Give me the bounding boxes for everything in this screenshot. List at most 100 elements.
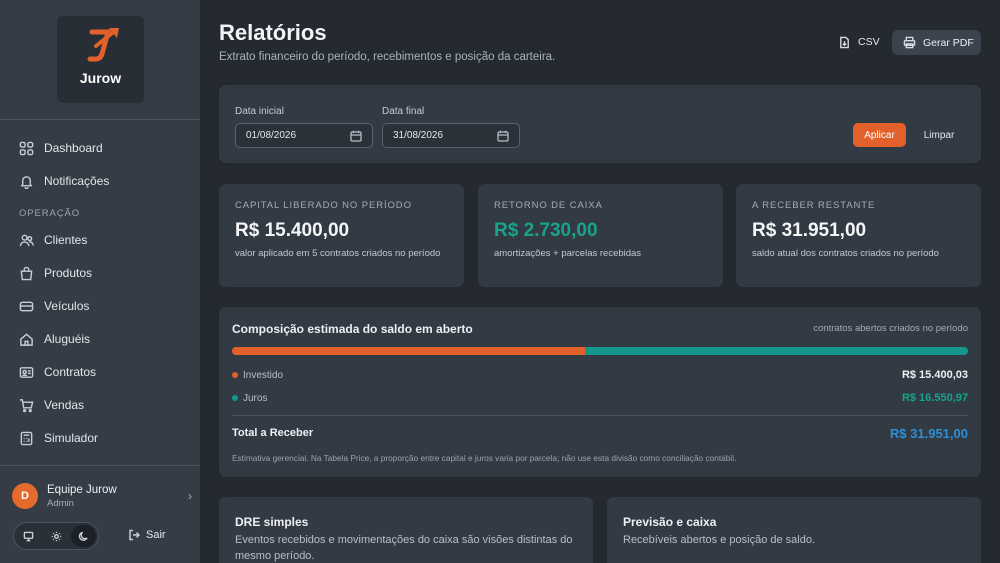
end-date-input[interactable]: 31/08/2026: [382, 123, 520, 148]
sidebar: Jurow Dashboard Notificações OPERAÇÃO Cl…: [0, 0, 200, 563]
sidebar-item-label: Vendas: [44, 398, 85, 412]
avatar: D: [12, 483, 38, 509]
composition-total-row: Total a Receber R$ 31.951,00: [232, 424, 968, 442]
stat-card-receivable: A RECEBER RESTANTE R$ 31.951,00 saldo at…: [736, 184, 981, 287]
stat-description: valor aplicado em 5 contratos criados no…: [235, 248, 441, 259]
calendar-icon[interactable]: [497, 130, 509, 142]
end-date-value: 31/08/2026: [393, 130, 444, 141]
forecast-title: Previsão e caixa: [623, 515, 717, 529]
start-date-value: 01/08/2026: [246, 130, 297, 141]
contract-icon: [19, 366, 34, 378]
date-filter-panel: Data inicial 01/08/2026 Data final 31/08…: [219, 85, 981, 163]
theme-light-button[interactable]: [44, 525, 69, 547]
logo-mark-icon: [87, 28, 119, 62]
logo[interactable]: Jurow: [57, 16, 144, 103]
sidebar-item-notifications[interactable]: Notificações: [0, 166, 200, 196]
chevron-right-icon: ›: [188, 489, 192, 503]
composition-row-invested: Investido R$ 15.400,03: [232, 367, 968, 383]
stat-card-cash-return: RETORNO DE CAIXA R$ 2.730,00 amortizaçõe…: [478, 184, 723, 287]
sidebar-item-label: Clientes: [44, 233, 88, 247]
sidebar-divider: [0, 119, 200, 120]
export-csv-label: CSV: [858, 36, 880, 48]
composition-footnote: Estimativa gerencial. Na Tabela Price, a…: [232, 453, 737, 463]
sidebar-item-simulador[interactable]: Simulador: [0, 423, 200, 453]
theme-system-button[interactable]: [16, 525, 41, 547]
total-value: R$ 31.951,00: [889, 425, 968, 441]
stat-value: R$ 31.951,00: [752, 220, 867, 241]
home-icon: [20, 332, 33, 346]
export-csv-button[interactable]: CSV: [832, 31, 886, 53]
sidebar-item-label: Contratos: [44, 365, 97, 379]
composition-row-interest: Juros R$ 16.550,97: [232, 390, 968, 406]
sidebar-section-label: OPERAÇÃO: [19, 208, 81, 219]
end-date-label: Data final: [382, 106, 425, 117]
legend-name: Juros: [243, 392, 268, 404]
stat-card-capital: CAPITAL LIBERADO NO PERÍODO R$ 15.400,00…: [219, 184, 464, 287]
forecast-description: Recebíveis abertos e posição de saldo.: [623, 534, 816, 546]
sidebar-item-label: Notificações: [44, 174, 110, 188]
legend-value: R$ 15.400,03: [901, 369, 968, 381]
apply-button[interactable]: Aplicar: [853, 123, 906, 147]
theme-toggle: [13, 522, 99, 550]
forecast-card: Previsão e caixa Recebíveis abertos e po…: [607, 497, 981, 563]
balance-composition-card: Composição estimada do saldo em aberto c…: [219, 307, 981, 477]
page-title: Relatórios: [219, 20, 327, 45]
sidebar-item-contratos[interactable]: Contratos: [0, 357, 200, 387]
dre-card: DRE simples Eventos recebidos e moviment…: [219, 497, 593, 563]
sidebar-divider: [0, 465, 200, 466]
monitor-icon: [23, 531, 34, 541]
legend-dot: [232, 372, 238, 378]
generate-pdf-label: Gerar PDF: [923, 36, 974, 49]
grid-icon: [19, 141, 34, 155]
users-icon: [19, 234, 34, 246]
stat-description: saldo atual dos contratos criados no per…: [752, 248, 939, 259]
stat-value: R$ 2.730,00: [494, 220, 598, 241]
generate-pdf-button[interactable]: Gerar PDF: [892, 30, 981, 55]
composition-bar: [232, 347, 968, 355]
composition-title: Composição estimada do saldo em aberto: [232, 322, 473, 336]
stat-value: R$ 15.400,00: [235, 220, 350, 241]
page-subtitle: Extrato financeiro do período, recebimen…: [219, 51, 556, 63]
user-menu[interactable]: D Equipe Jurow Admin ›: [12, 482, 192, 510]
sidebar-item-label: Veículos: [44, 299, 90, 313]
sun-icon: [51, 531, 61, 541]
sidebar-item-veiculos[interactable]: Veículos: [0, 291, 200, 321]
total-label: Total a Receber: [232, 427, 314, 439]
legend-dot: [232, 395, 238, 401]
logo-text: Jurow: [79, 70, 122, 86]
calendar-icon[interactable]: [350, 130, 362, 142]
stat-description: amortizações + parcelas recebidas: [494, 248, 642, 259]
sidebar-item-produtos[interactable]: Produtos: [0, 258, 200, 288]
composition-bar-invested: [232, 347, 586, 355]
user-role: Admin: [47, 497, 74, 509]
start-date-label: Data inicial: [235, 106, 284, 117]
sidebar-item-label: Simulador: [44, 431, 99, 445]
sidebar-item-clientes[interactable]: Clientes: [0, 225, 200, 255]
calculator-icon: [20, 431, 33, 445]
composition-note: contratos abertos criados no período: [813, 323, 968, 334]
bag-icon: [20, 266, 33, 280]
cart-icon: [19, 398, 34, 412]
stat-label: CAPITAL LIBERADO NO PERÍODO: [235, 200, 412, 211]
clear-button[interactable]: Limpar: [916, 123, 962, 147]
legend-value: R$ 16.550,97: [901, 392, 968, 404]
dre-description: Eventos recebidos e movimentações do cai…: [235, 534, 573, 562]
stat-label: A RECEBER RESTANTE: [752, 200, 876, 211]
moon-icon: [78, 531, 88, 541]
vehicle-icon: [19, 301, 34, 311]
logout-label: Sair: [146, 529, 166, 541]
sidebar-item-vendas[interactable]: Vendas: [0, 390, 200, 420]
stat-label: RETORNO DE CAIXA: [494, 200, 603, 211]
file-download-icon: [840, 36, 849, 48]
logout-button[interactable]: Sair: [128, 529, 166, 541]
printer-icon: [903, 36, 916, 49]
sidebar-item-dashboard[interactable]: Dashboard: [0, 133, 200, 163]
user-name: Equipe Jurow: [47, 483, 117, 496]
sidebar-item-label: Dashboard: [44, 141, 103, 155]
dre-title: DRE simples: [235, 515, 309, 529]
theme-dark-button[interactable]: [71, 525, 97, 547]
logout-icon: [129, 529, 140, 541]
sidebar-item-alugueis[interactable]: Aluguéis: [0, 324, 200, 354]
start-date-input[interactable]: 01/08/2026: [235, 123, 373, 148]
sidebar-item-label: Produtos: [44, 266, 93, 280]
